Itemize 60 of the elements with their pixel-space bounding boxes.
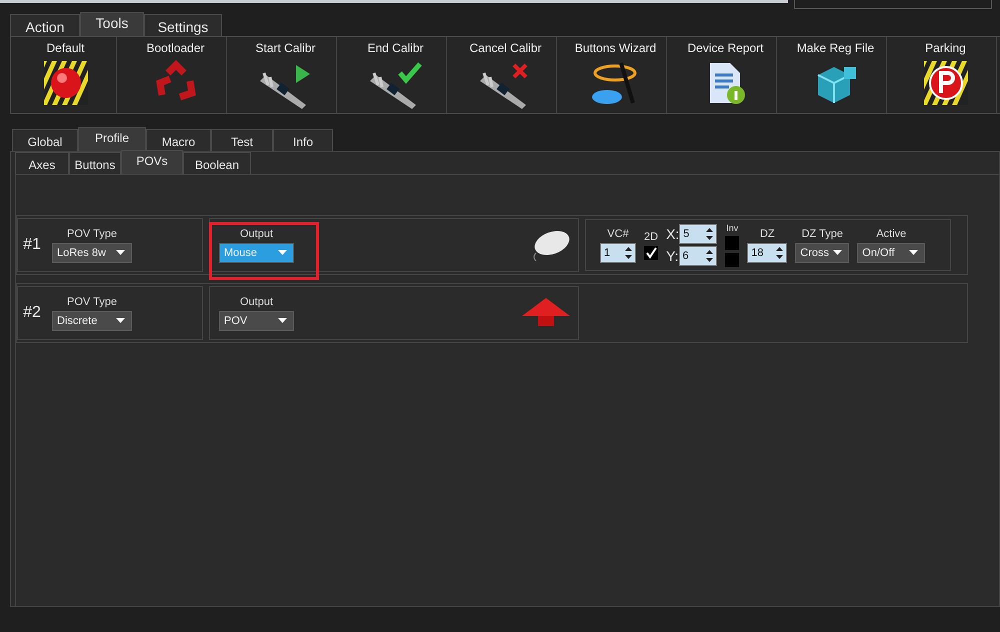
tab[interactable]: Boolean: [183, 152, 251, 174]
toolbar-button[interactable]: End Calibr: [345, 37, 447, 113]
spin-arrows-icon: [706, 250, 713, 262]
output-label: Output: [240, 296, 274, 308]
tab[interactable]: Info: [273, 129, 333, 151]
tab[interactable]: Axes: [15, 152, 69, 174]
pov-type-dropdown[interactable]: LoRes 8w: [52, 242, 132, 262]
toolbar-button[interactable]: Bootloader: [125, 37, 227, 113]
pov-type-dropdown[interactable]: Discrete: [52, 310, 132, 330]
top-field[interactable]: [0, 0, 788, 3]
toolbar-button[interactable]: Parking: [895, 37, 997, 113]
dz-label: DZ: [760, 228, 775, 240]
checkbox[interactable]: [644, 246, 658, 260]
tab[interactable]: Test: [211, 129, 273, 151]
caret-icon: [116, 250, 125, 255]
spin-arrows-icon: [776, 246, 784, 258]
alarm-button-icon: [42, 59, 90, 107]
output-dropdown[interactable]: POV: [219, 310, 294, 330]
vc-label: VC#: [607, 228, 629, 240]
y-spinner[interactable]: 6: [678, 246, 717, 266]
spin-arrows-icon: [625, 246, 632, 258]
tab[interactable]: Macro: [146, 129, 211, 151]
vc-spinner[interactable]: 1: [600, 242, 636, 262]
caret-icon: [833, 250, 842, 255]
output-label: Output: [240, 228, 274, 240]
tab[interactable]: Buttons: [69, 152, 121, 174]
caret-icon: [278, 318, 287, 323]
toolbar-button[interactable]: Cancel Calibr: [455, 37, 557, 113]
dz-type-label: DZ Type: [802, 228, 843, 240]
checkbox[interactable]: [725, 236, 740, 250]
active-dropdown[interactable]: On/Off: [857, 242, 926, 262]
tab[interactable]: Settings: [144, 14, 222, 36]
pov-number: #2: [22, 304, 42, 322]
tab[interactable]: Tools: [80, 12, 144, 36]
toolbar-button[interactable]: Device Report: [675, 37, 777, 113]
y-label: Y:: [666, 248, 679, 264]
pov-type-label: POV Type: [67, 296, 117, 308]
pov-number: #1: [22, 236, 42, 254]
tab[interactable]: POVs: [121, 150, 183, 174]
dz-spinner[interactable]: 18: [747, 242, 788, 262]
parking-sign-icon: [922, 59, 970, 107]
caret-icon: [116, 318, 125, 323]
tab[interactable]: Profile: [78, 127, 146, 151]
inv-label: Inv: [726, 223, 738, 233]
toolbar-button[interactable]: Make Reg File: [785, 37, 887, 113]
x-spinner[interactable]: 5: [679, 224, 718, 244]
dz-type-dropdown[interactable]: Cross: [795, 242, 850, 262]
caret-icon: [909, 250, 918, 255]
x-label: X:: [666, 226, 680, 242]
toolbar-button[interactable]: Default: [15, 37, 117, 113]
toolbar-button[interactable]: Buttons Wizard: [565, 37, 667, 113]
tab[interactable]: Global: [12, 129, 78, 151]
checkbox[interactable]: [725, 253, 740, 267]
spin-arrows-icon: [706, 228, 714, 240]
pov-type-label: POV Type: [67, 228, 117, 240]
active-label: Active: [876, 228, 906, 240]
two-d-label: 2D: [644, 230, 658, 242]
toolbar-button[interactable]: Start Calibr: [235, 37, 337, 113]
caret-icon: [278, 250, 287, 255]
tab[interactable]: Action: [10, 14, 80, 36]
